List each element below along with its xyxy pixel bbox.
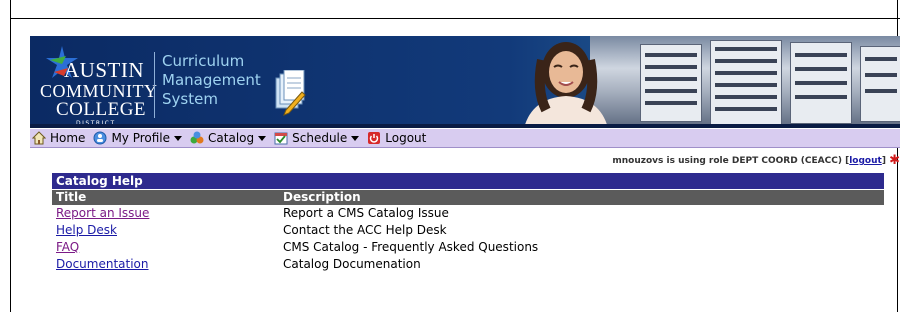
menu-home[interactable]: Home — [32, 131, 85, 145]
documents-pencil-icon — [275, 70, 306, 116]
chevron-down-icon — [351, 135, 360, 141]
chevron-down-icon — [174, 135, 183, 141]
menu-catalog[interactable]: Catalog — [190, 131, 267, 145]
logout-icon — [368, 132, 381, 144]
status-bracket: ] — [881, 156, 886, 166]
menu-logout[interactable]: Logout — [367, 131, 426, 145]
cms-window: AUSTIN COMMUNITY COLLEGE DISTRICT Curric… — [30, 36, 900, 312]
menu-home-label: Home — [50, 131, 86, 145]
table-row: Documentation Catalog Documenation — [52, 256, 884, 273]
faq-link[interactable]: FAQ — [56, 240, 79, 254]
main-menu-bar: Home My Profile Catalog Schedule Logout — [30, 128, 900, 148]
logo-word-college: COLLEGE — [56, 99, 147, 120]
catalog-icon — [190, 131, 204, 144]
table-header: Title Description — [52, 190, 884, 205]
catalog-help-panel: Catalog Help Title Description Report an… — [52, 173, 884, 273]
chevron-down-icon — [258, 135, 267, 141]
home-icon — [32, 131, 46, 145]
menu-schedule-label: Schedule — [292, 131, 348, 145]
user-role-text: mnouzovs is using role DEPT COORD (CEACC… — [612, 156, 850, 166]
logo-word-community: COMMUNITY — [40, 81, 158, 101]
app-title: Curriculum Management System — [162, 52, 261, 109]
loading-spinner-icon: ✱ — [889, 153, 900, 168]
row-description: CMS Catalog - Frequently Asked Questions — [283, 240, 539, 254]
menu-schedule[interactable]: Schedule — [274, 131, 360, 145]
student-photo — [524, 42, 608, 128]
row-description: Contact the ACC Help Desk — [283, 223, 447, 237]
report-issue-link[interactable]: Report an Issue — [56, 206, 149, 220]
menu-catalog-label: Catalog — [208, 131, 255, 145]
logout-link[interactable]: logout — [849, 156, 882, 166]
column-header-description: Description — [283, 190, 361, 204]
logo-word-austin: AUSTIN — [64, 58, 144, 82]
column-header-title: Title — [56, 190, 87, 204]
panel-title: Catalog Help — [52, 173, 884, 189]
app-title-line1: Curriculum — [162, 52, 245, 70]
schedule-icon — [274, 132, 288, 145]
header-banner: AUSTIN COMMUNITY COLLEGE DISTRICT Curric… — [30, 36, 900, 128]
menu-my-profile[interactable]: My Profile — [93, 131, 183, 145]
documentation-link[interactable]: Documentation — [56, 257, 149, 271]
table-row: Help Desk Contact the ACC Help Desk — [52, 222, 884, 239]
profile-icon — [93, 131, 107, 145]
row-description: Catalog Documenation — [283, 257, 421, 271]
table-row: FAQ CMS Catalog - Frequently Asked Quest… — [52, 239, 884, 256]
table-row: Report an Issue Report a CMS Catalog Iss… — [52, 205, 884, 222]
help-desk-link[interactable]: Help Desk — [56, 223, 117, 237]
row-description: Report a CMS Catalog Issue — [283, 206, 449, 220]
menu-logout-label: Logout — [385, 131, 427, 145]
menu-my-profile-label: My Profile — [111, 131, 171, 145]
user-role-status: mnouzovs is using role DEPT COORD (CEACC… — [612, 153, 900, 168]
logo-divider — [154, 52, 155, 118]
app-title-line2: Management — [162, 71, 261, 89]
acc-logo: AUSTIN COMMUNITY COLLEGE DISTRICT — [38, 44, 158, 127]
app-title-line3: System — [162, 90, 218, 108]
server-rack-image — [590, 36, 900, 128]
